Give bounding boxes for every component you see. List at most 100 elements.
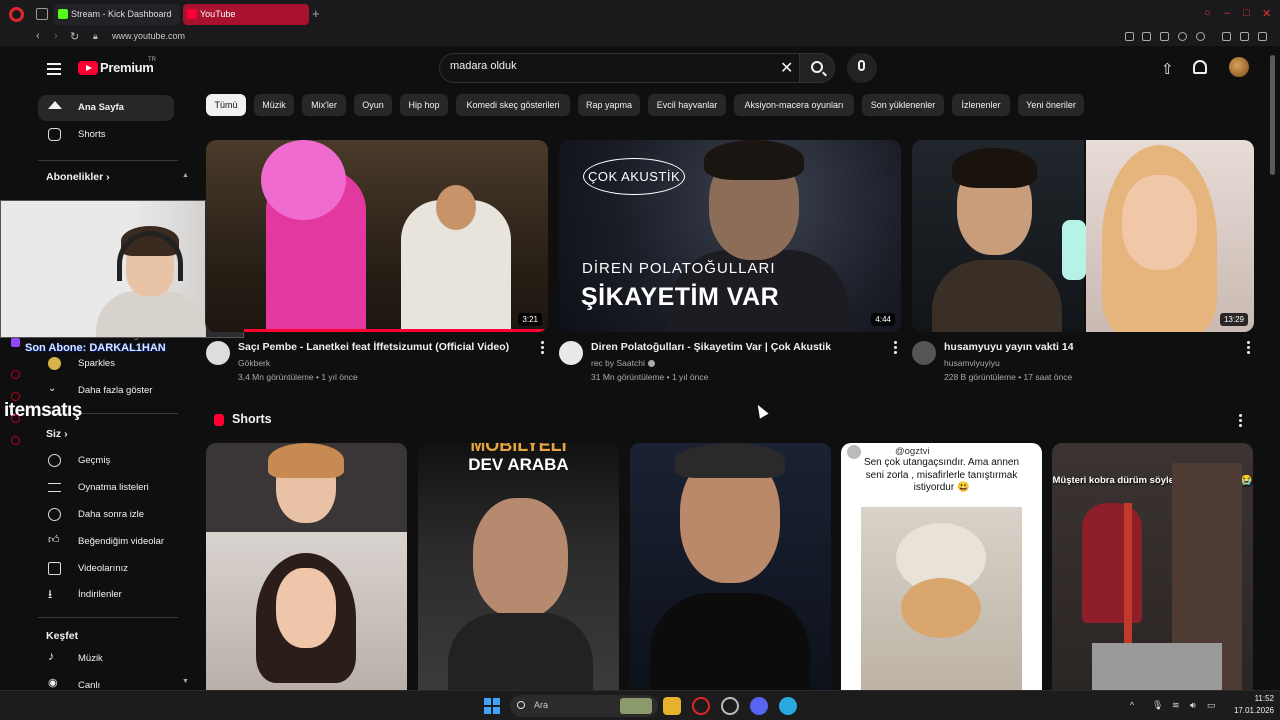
heart-icon[interactable]: [1196, 32, 1205, 41]
short-caption: DEV ARABA: [468, 455, 569, 474]
more-options-icon[interactable]: [1239, 414, 1242, 429]
scroll-up-icon[interactable]: ▲: [182, 172, 189, 179]
windows-start-icon[interactable]: [484, 698, 500, 714]
more-options-icon[interactable]: [1247, 341, 1250, 356]
sidebar-item-music[interactable]: ♪ Müzik: [38, 646, 174, 672]
brand-label[interactable]: Premium: [100, 60, 154, 75]
search-tabs-icon[interactable]: ○: [1204, 7, 1211, 19]
short-thumbnail[interactable]: @ogztvi Sen çok utangaçsındır. Ama annen…: [841, 443, 1042, 690]
video-channel[interactable]: rec by Saatchi: [591, 358, 655, 368]
tab-kick-dashboard[interactable]: Stream - Kick Dashboard: [54, 4, 180, 25]
app-icon[interactable]: [779, 697, 797, 715]
extension-icon[interactable]: [1142, 32, 1151, 41]
minimize-icon[interactable]: –: [1224, 7, 1230, 19]
voice-search-button[interactable]: [847, 53, 877, 83]
channel-avatar[interactable]: [912, 341, 936, 365]
search-input[interactable]: [450, 60, 770, 72]
video-channel[interactable]: Gökberk: [238, 358, 270, 368]
reload-icon[interactable]: ↻: [70, 30, 79, 43]
youtube-logo-icon[interactable]: [78, 61, 98, 75]
clock-time[interactable]: 11:52: [1244, 694, 1274, 703]
new-tab-button[interactable]: +: [312, 6, 320, 21]
back-icon[interactable]: ‹: [36, 30, 40, 42]
play-icon[interactable]: [1178, 32, 1187, 41]
video-thumbnail[interactable]: ÇOK AKUSTİK DİREN POLATOĞULLARI ŞİKAYETİ…: [559, 140, 901, 332]
chip-gaming[interactable]: Oyun: [354, 94, 392, 116]
tray-chevron-icon[interactable]: ^: [1130, 700, 1134, 710]
chip-recently-uploaded[interactable]: Son yüklenenler: [862, 94, 944, 116]
profile-icon[interactable]: [1222, 32, 1231, 41]
sidebar-item-playlists[interactable]: Oynatma listeleri: [38, 475, 174, 501]
short-thumbnail[interactable]: [630, 443, 831, 690]
more-options-icon[interactable]: [894, 341, 897, 356]
opera-icon[interactable]: [692, 697, 710, 715]
sidebar-item-live[interactable]: ◉ Canlı: [38, 673, 174, 690]
channel-avatar[interactable]: [559, 341, 583, 365]
forward-icon[interactable]: ›: [54, 30, 58, 42]
chip-comedy[interactable]: Komedi skeç gösterileri: [456, 94, 570, 116]
sidebar: Ana Sayfa Shorts ▲ Abonelikler › Drewonb…: [0, 90, 192, 690]
video-title[interactable]: Saçı Pembe - Lanetkei feat İffetsizumut …: [238, 341, 509, 353]
subscriptions-heading[interactable]: Abonelikler ›: [46, 171, 110, 183]
scroll-down-icon[interactable]: ▼: [182, 678, 189, 685]
steam-icon[interactable]: [721, 697, 739, 715]
discord-icon[interactable]: [750, 697, 768, 715]
overlay-social-icon: [11, 370, 20, 379]
channel-avatar[interactable]: [206, 341, 230, 365]
sidebar-item-your-videos[interactable]: Videolarınız: [38, 556, 174, 582]
chip-action-adventure[interactable]: Aksiyon-macera oyunları: [734, 94, 854, 116]
hamburger-menu-icon[interactable]: [47, 63, 61, 78]
sidebar-item-watch-later[interactable]: Daha sonra izle: [38, 502, 174, 528]
short-thumbnail[interactable]: [206, 443, 407, 690]
tab-overview-icon[interactable]: [36, 8, 48, 20]
upload-icon[interactable]: ⇧: [1161, 60, 1174, 78]
clear-search-icon[interactable]: ✕: [780, 58, 793, 78]
chip-pets[interactable]: Evcil hayvanlar: [648, 94, 726, 116]
battery-icon[interactable]: ▭: [1207, 700, 1216, 711]
notifications-bell-icon[interactable]: [1193, 60, 1207, 74]
video-title[interactable]: Diren Polatoğulları - Şikayetim Var | Ço…: [591, 341, 831, 353]
chip-all[interactable]: Tümü: [206, 94, 246, 116]
short-thumbnail[interactable]: Müşteri kobra dürüm söylemiş(140cm) 😂😭: [1052, 443, 1253, 690]
sidebar-item-shorts[interactable]: Shorts: [38, 122, 174, 148]
verified-icon: [647, 360, 655, 368]
channel-avatar-icon: [48, 357, 61, 370]
page-scrollbar[interactable]: [1270, 55, 1275, 175]
search-button[interactable]: [799, 53, 835, 83]
download-icon[interactable]: [1240, 32, 1249, 41]
short-thumbnail[interactable]: MOBİLYELİ DEV ARABA: [418, 443, 619, 690]
sidebar-item-home[interactable]: Ana Sayfa: [38, 95, 174, 121]
chip-mixes[interactable]: Mix'ler: [302, 94, 346, 116]
video-thumbnail[interactable]: 13:29: [912, 140, 1254, 332]
url-field[interactable]: www.youtube.com: [112, 31, 185, 41]
tab-youtube[interactable]: YouTube: [183, 4, 309, 25]
chip-watched[interactable]: İzlenenler: [952, 94, 1010, 116]
sidebar-item-sparkles[interactable]: Sparkles: [38, 351, 174, 377]
bookmark-icon[interactable]: [1125, 32, 1134, 41]
chip-music[interactable]: Müzik: [254, 94, 294, 116]
chip-new-to-you[interactable]: Yeni öneriler: [1018, 94, 1084, 116]
tray-mic-icon[interactable]: 🎙︎: [1152, 700, 1163, 711]
wifi-icon[interactable]: ≋: [1172, 700, 1180, 711]
menu-icon[interactable]: [1258, 32, 1267, 41]
youtube-icon: [187, 9, 197, 19]
more-options-icon[interactable]: [541, 341, 544, 356]
file-explorer-icon[interactable]: [663, 697, 681, 715]
chip-rap[interactable]: Rap yapma: [578, 94, 640, 116]
sidebar-item-downloads[interactable]: ⭳ İndirilenler: [38, 582, 174, 608]
video-thumbnail[interactable]: 3:21: [206, 140, 548, 332]
chip-hip-hop[interactable]: Hip hop: [400, 94, 448, 116]
shield-icon[interactable]: [1160, 32, 1169, 41]
sidebar-item-history[interactable]: Geçmiş: [38, 448, 174, 474]
sidebar-item-liked-videos[interactable]: 👍︎ Beğendiğim videolar: [38, 529, 174, 555]
opera-icon[interactable]: [9, 7, 24, 22]
account-avatar[interactable]: [1229, 57, 1249, 77]
clock-date[interactable]: 17.01.2026: [1226, 706, 1274, 715]
video-channel[interactable]: husamviyuyiyu: [944, 358, 1000, 368]
video-title[interactable]: husamyuyu yayın vakti 14: [944, 341, 1074, 353]
taskbar-search[interactable]: Ara: [510, 695, 658, 717]
close-icon[interactable]: ✕: [1262, 7, 1271, 20]
maximize-icon[interactable]: □: [1243, 7, 1250, 19]
you-heading[interactable]: Siz ›: [46, 428, 68, 440]
volume-icon[interactable]: 🔊︎: [1190, 700, 1196, 711]
